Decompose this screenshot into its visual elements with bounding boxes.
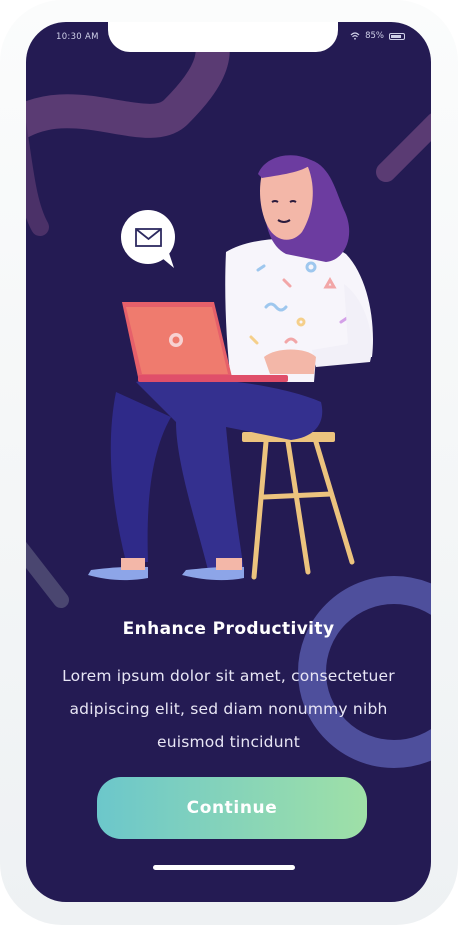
illustration bbox=[88, 155, 373, 581]
status-time: 10:30 AM bbox=[56, 32, 99, 42]
left-leg bbox=[110, 392, 171, 562]
notch bbox=[108, 22, 338, 52]
mail-bubble bbox=[121, 210, 175, 268]
onboarding-title: Enhance Productivity bbox=[122, 619, 335, 639]
status-indicators: 85% bbox=[350, 31, 405, 41]
onboarding-screen: 10:30 AM 85% Enhance Productivity Lorem … bbox=[26, 22, 431, 902]
continue-button[interactable]: Continue bbox=[97, 777, 367, 839]
stool bbox=[242, 432, 355, 580]
wifi-icon bbox=[350, 32, 360, 40]
onboarding-description: Lorem ipsum dolor sit amet, consectetuer… bbox=[62, 667, 395, 751]
home-indicator[interactable] bbox=[153, 865, 295, 870]
hand bbox=[264, 349, 316, 374]
phone-frame: 10:30 AM 85% Enhance Productivity Lorem … bbox=[0, 0, 458, 925]
battery-icon bbox=[389, 32, 405, 40]
battery-percent: 85% bbox=[365, 31, 384, 41]
